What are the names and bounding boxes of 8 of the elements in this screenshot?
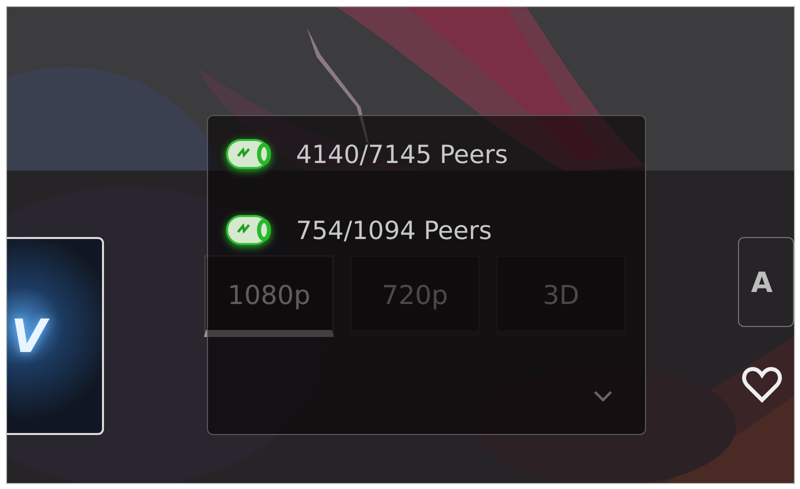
peers-option[interactable]: 4140/7145 Peers xyxy=(296,140,508,168)
side-button[interactable]: A xyxy=(738,237,794,327)
quality-button[interactable]: 1080p xyxy=(204,255,334,337)
peers-option[interactable]: 754/1094 Peers xyxy=(296,216,492,244)
poster-title: V xyxy=(11,309,47,363)
chevron-down-icon[interactable] xyxy=(593,390,613,402)
poster-card[interactable]: V xyxy=(7,237,104,435)
heart-icon[interactable] xyxy=(742,367,782,403)
